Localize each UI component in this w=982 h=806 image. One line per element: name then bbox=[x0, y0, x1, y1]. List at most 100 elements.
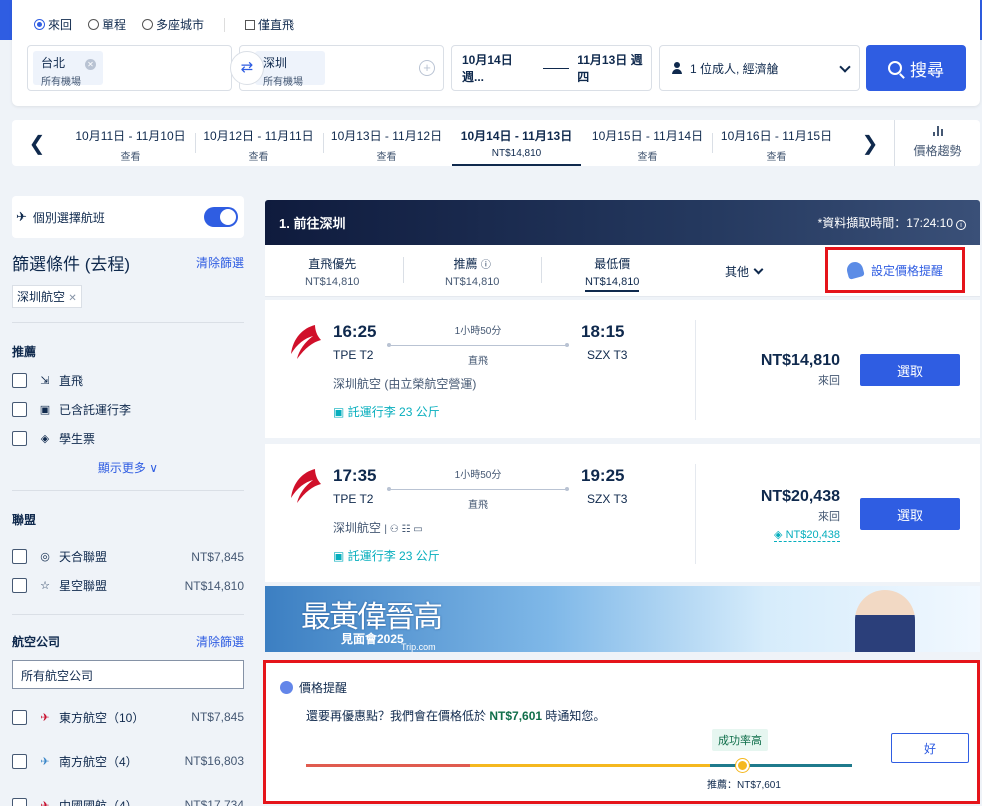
to-field[interactable]: 深圳 所有機場 + bbox=[239, 45, 444, 91]
trip-type-roundtrip[interactable]: 來回 bbox=[34, 16, 72, 33]
filter-airline[interactable]: ✈ 中國國航（4） NT$17,734 bbox=[12, 783, 244, 806]
from-field[interactable]: 台北 所有機場 ✕ bbox=[27, 45, 232, 91]
from-chip: 台北 所有機場 ✕ bbox=[33, 51, 103, 88]
trip-type-multicity[interactable]: 多座城市 bbox=[142, 16, 204, 33]
swap-icon[interactable]: ⇄ bbox=[230, 51, 264, 85]
info-icon[interactable]: i bbox=[956, 220, 966, 230]
student-price[interactable]: ◈ NT$20,438 bbox=[774, 528, 840, 542]
sort-bar: 直飛優先 NT$14,810 推薦 ⓘ NT$14,810 最低價 NT$14,810… bbox=[265, 245, 980, 297]
section-title: 航空公司 bbox=[12, 635, 61, 649]
shenzhen-airlines-logo bbox=[291, 469, 321, 503]
filter-alliance[interactable]: ☆ 星空聯盟 NT$14,810 bbox=[12, 571, 244, 600]
shenzhen-airlines-logo bbox=[291, 325, 321, 359]
to-chip: 深圳 所有機場 bbox=[255, 51, 325, 88]
promo-banner[interactable]: 最黃偉晉高 見面會2025 Trip.com bbox=[265, 586, 980, 652]
luggage-icon: ▣ bbox=[39, 404, 51, 416]
date-option[interactable]: 10月11日 - 11月10日 查看 bbox=[66, 120, 195, 166]
checkbox[interactable] bbox=[12, 797, 27, 806]
filter-airline[interactable]: ✈ 東方航空（10） NT$7,845 bbox=[12, 695, 244, 739]
clear-filters-link[interactable]: 清除篩選 bbox=[196, 254, 244, 271]
results-header: 1. 前往深圳 *資料擷取時間：17:24:10 i bbox=[265, 200, 980, 245]
amenity-icons: | ⚇ ☷ ▭ bbox=[384, 524, 423, 535]
next-dates-icon[interactable]: ❯ bbox=[845, 120, 895, 166]
sort-lowest[interactable]: 最低價 NT$14,810 bbox=[585, 255, 640, 292]
price-alert-panel: 價格提醒 還要再優惠點？我們會在價格低於 NT$7,601 時通知您。 成功率高… bbox=[263, 660, 980, 804]
filter-sidebar: ✈ 個別選擇航班 篩選條件 (去程) 清除篩選 深圳航空 ✕ 推薦 ⇲ 直飛 ▣ 已… bbox=[12, 196, 244, 806]
filter-title: 篩選條件 (去程) bbox=[12, 255, 131, 274]
price-alert-icon bbox=[280, 681, 293, 694]
checkbox[interactable] bbox=[12, 402, 27, 417]
direct-flight-icon: ⇲ bbox=[40, 375, 50, 387]
divider bbox=[224, 17, 226, 32]
luggage-icon: ▣ bbox=[333, 549, 345, 563]
radio-icon bbox=[142, 19, 154, 30]
clear-airline-filters-link[interactable]: 清除篩選 bbox=[196, 633, 244, 650]
checkbox-icon bbox=[245, 20, 256, 30]
search-button[interactable]: 搜尋 bbox=[866, 45, 966, 91]
section-title: 聯盟 bbox=[12, 513, 37, 527]
show-more-link[interactable]: 顯示更多 ∨ bbox=[12, 459, 244, 476]
trip-type-group: 來回 單程 多座城市 僅直飛 bbox=[34, 16, 294, 33]
plane-icon: ✈ bbox=[16, 209, 27, 224]
date-option[interactable]: 10月16日 - 11月15日 查看 bbox=[712, 120, 841, 166]
date-bar: ❮ 10月11日 - 11月10日 查看 10月12日 - 11月11日 查看 10… bbox=[12, 120, 980, 166]
price-slider-track[interactable] bbox=[306, 764, 852, 767]
date-option[interactable]: 10月12日 - 11月11日 查看 bbox=[194, 120, 323, 166]
flight-card[interactable]: 16:25 TPE T2 1小時50分 直飛 18:15 SZX T3 深圳航空 … bbox=[265, 300, 980, 438]
ok-button[interactable]: 好 bbox=[891, 733, 969, 763]
info-icon: ⓘ bbox=[480, 260, 491, 271]
airline-search-input[interactable]: 所有航空公司 bbox=[12, 660, 244, 689]
graduation-cap-icon: ◈ bbox=[774, 529, 783, 541]
person-icon bbox=[672, 62, 682, 74]
close-icon[interactable]: ✕ bbox=[68, 293, 76, 304]
chevron-down-icon: ∨ bbox=[149, 461, 159, 475]
date-option[interactable]: 10月13日 - 11月12日 查看 bbox=[322, 120, 451, 166]
date-field[interactable]: 10月14日 週... 11月13日 週四 bbox=[451, 45, 652, 91]
filter-airline[interactable]: ✈ 南方航空（4） NT$16,803 bbox=[12, 739, 244, 783]
search-icon bbox=[888, 61, 902, 75]
filter-student[interactable]: ◈ 學生票 bbox=[12, 424, 244, 453]
filter-alliance[interactable]: ◎ 天合聯盟 NT$7,845 bbox=[12, 542, 244, 571]
set-price-alert-button[interactable]: 設定價格提醒 bbox=[825, 247, 965, 293]
china-southern-icon: ✈ bbox=[40, 755, 50, 768]
direct-only-checkbox[interactable]: 僅直飛 bbox=[245, 16, 294, 33]
radio-icon bbox=[88, 19, 100, 30]
date-option-selected[interactable]: 10月14日 - 11月13日 NT$14,810 bbox=[452, 120, 581, 166]
baggage-info[interactable]: ▣ 託運行李 23 公斤 bbox=[333, 547, 440, 564]
slider-handle[interactable] bbox=[736, 759, 749, 772]
checkbox[interactable] bbox=[12, 549, 27, 564]
separate-booking-toggle[interactable] bbox=[204, 207, 238, 227]
baggage-info[interactable]: ▣ 託運行李 23 公斤 bbox=[333, 403, 440, 420]
prev-dates-icon[interactable]: ❮ bbox=[12, 120, 62, 166]
trip-type-oneway[interactable]: 單程 bbox=[88, 16, 126, 33]
price-trend-button[interactable]: 價格趨勢 bbox=[894, 120, 980, 166]
bar-chart-icon bbox=[932, 126, 944, 136]
remove-from-icon[interactable]: ✕ bbox=[85, 59, 96, 70]
graduation-cap-icon: ◈ bbox=[40, 433, 50, 445]
active-filter-tag[interactable]: 深圳航空 ✕ bbox=[12, 285, 82, 308]
date-option[interactable]: 10月15日 - 11月14日 查看 bbox=[583, 120, 712, 166]
promo-photo bbox=[855, 590, 915, 652]
select-flight-button[interactable]: 選取 bbox=[860, 354, 960, 386]
sort-direct[interactable]: 直飛優先 NT$14,810 bbox=[305, 255, 359, 288]
filter-direct[interactable]: ⇲ 直飛 bbox=[12, 366, 244, 395]
select-flight-button[interactable]: 選取 bbox=[860, 498, 960, 530]
chevron-down-icon bbox=[753, 264, 764, 275]
sort-recommended[interactable]: 推薦 ⓘ NT$14,810 bbox=[445, 255, 499, 288]
separate-booking-row: ✈ 個別選擇航班 bbox=[12, 196, 244, 238]
checkbox[interactable] bbox=[12, 753, 27, 769]
sort-other[interactable]: 其他 bbox=[725, 263, 764, 280]
results-panel: 1. 前往深圳 *資料擷取時間：17:24:10 i 直飛優先 NT$14,810 … bbox=[265, 200, 980, 297]
bell-icon bbox=[845, 260, 865, 280]
passenger-field[interactable]: 1 位成人, 經濟艙 bbox=[659, 45, 860, 91]
air-china-icon: ✈ bbox=[40, 799, 50, 806]
filter-baggage[interactable]: ▣ 已含託運行李 bbox=[12, 395, 244, 424]
checkbox[interactable] bbox=[12, 373, 27, 388]
checkbox[interactable] bbox=[12, 578, 27, 593]
success-rate-badge: 成功率高 bbox=[712, 729, 768, 751]
flight-card[interactable]: 17:35 TPE T2 1小時50分 直飛 19:25 SZX T3 深圳航空 … bbox=[265, 444, 980, 582]
luggage-icon: ▣ bbox=[333, 405, 345, 419]
add-city-icon[interactable]: + bbox=[419, 60, 435, 76]
checkbox[interactable] bbox=[12, 431, 27, 446]
checkbox[interactable] bbox=[12, 709, 27, 725]
